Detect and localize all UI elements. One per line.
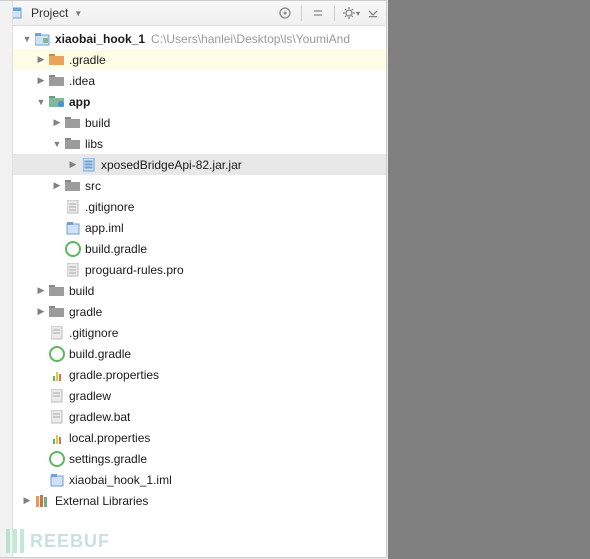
node-label: build.gradle [85, 242, 147, 256]
chevron-down-icon[interactable]: ▼ [74, 9, 82, 18]
tree-node[interactable]: ▶ build [13, 280, 386, 301]
iml-file-icon [49, 472, 65, 488]
tree-node[interactable]: ▶ .gitignore [13, 196, 386, 217]
gradle-file-icon [49, 451, 65, 467]
tree-node[interactable]: ▶ app.iml [13, 217, 386, 238]
folder-icon [49, 304, 65, 320]
tree-node[interactable]: ▶ build.gradle [13, 343, 386, 364]
tree-node-selected[interactable]: ▶ xposedBridgeApi-82.jar.jar [13, 154, 386, 175]
tree-node[interactable]: ▶ xiaobai_hook_1.iml [13, 469, 386, 490]
file-icon [65, 199, 81, 215]
expand-arrow-icon[interactable]: ▼ [35, 96, 47, 108]
root-path: C:\Users\hanlei\Desktop\ls\YoumiAnd [151, 32, 350, 46]
node-label: .gradle [69, 53, 106, 67]
external-libraries-icon [35, 493, 51, 509]
project-tool-window: Project ▼ ▾ ▼ xiaobai_hook_1 C:\Users\ha… [0, 0, 387, 558]
folder-icon [65, 115, 81, 131]
node-label: app.iml [85, 221, 124, 235]
separator [334, 5, 335, 21]
expand-arrow-icon[interactable]: ▶ [51, 117, 63, 129]
node-label: .idea [69, 74, 95, 88]
iml-file-icon [65, 220, 81, 236]
expand-arrow-icon[interactable]: ▼ [51, 138, 63, 150]
folder-icon [49, 283, 65, 299]
jar-file-icon [81, 157, 97, 173]
node-label: gradlew [69, 389, 111, 403]
gradle-file-icon [65, 241, 81, 257]
node-label: .gitignore [85, 200, 134, 214]
node-label: libs [85, 137, 103, 151]
tree-node[interactable]: ▶ local.properties [13, 427, 386, 448]
tree-node[interactable]: ▼ libs [13, 133, 386, 154]
module-folder-icon [49, 94, 65, 110]
expand-arrow-icon[interactable]: ▼ [21, 33, 33, 45]
tree-node[interactable]: ▶ build.gradle [13, 238, 386, 259]
node-label: build [85, 116, 110, 130]
node-label: External Libraries [55, 494, 148, 508]
tree-node-root[interactable]: ▼ xiaobai_hook_1 C:\Users\hanlei\Desktop… [13, 28, 386, 49]
tree-node[interactable]: ▶ src [13, 175, 386, 196]
root-name: xiaobai_hook_1 [55, 32, 145, 46]
separator [301, 5, 302, 21]
node-label: gradlew.bat [69, 410, 130, 424]
folder-icon [65, 136, 81, 152]
settings-button[interactable]: ▾ [342, 4, 360, 22]
file-icon [49, 388, 65, 404]
folder-icon [49, 52, 65, 68]
node-label: settings.gradle [69, 452, 147, 466]
node-label: xposedBridgeApi-82.jar.jar [101, 158, 242, 172]
properties-file-icon [49, 367, 65, 383]
collapse-all-button[interactable] [309, 4, 327, 22]
expand-arrow-icon[interactable]: ▶ [35, 306, 47, 318]
properties-file-icon [49, 430, 65, 446]
chevron-down-icon: ▾ [356, 9, 360, 18]
tree-node[interactable]: ▶ build [13, 112, 386, 133]
node-label: local.properties [69, 431, 150, 445]
expand-arrow-icon[interactable]: ▶ [35, 54, 47, 66]
node-label: gradle [69, 305, 102, 319]
node-label: app [69, 95, 90, 109]
tree-node[interactable]: ▶ proguard-rules.pro [13, 259, 386, 280]
folder-icon [49, 73, 65, 89]
tree-node[interactable]: ▶ .gitignore [13, 322, 386, 343]
node-label: .gitignore [69, 326, 118, 340]
expand-arrow-icon[interactable]: ▶ [51, 180, 63, 192]
tree-node[interactable]: ▼ app [13, 91, 386, 112]
node-label: xiaobai_hook_1.iml [69, 473, 172, 487]
expand-arrow-icon[interactable]: ▶ [21, 495, 33, 507]
tree-node[interactable]: ▶ gradlew [13, 385, 386, 406]
tree-node-external-libraries[interactable]: ▶ External Libraries [13, 490, 386, 511]
expand-arrow-icon[interactable]: ▶ [35, 75, 47, 87]
file-icon [65, 262, 81, 278]
tree-node[interactable]: ▶ settings.gradle [13, 448, 386, 469]
scroll-from-source-button[interactable] [276, 4, 294, 22]
left-gutter[interactable] [0, 1, 13, 557]
node-label: build [69, 284, 94, 298]
node-label: proguard-rules.pro [85, 263, 184, 277]
tree-node[interactable]: ▶ .idea [13, 70, 386, 91]
file-icon [49, 409, 65, 425]
expand-arrow-icon[interactable]: ▶ [67, 159, 79, 171]
file-icon [49, 325, 65, 341]
hide-button[interactable] [364, 4, 382, 22]
tree-node[interactable]: ▶ .gradle [13, 49, 386, 70]
tree-node[interactable]: ▶ gradle [13, 301, 386, 322]
node-label: gradle.properties [69, 368, 159, 382]
expand-arrow-icon[interactable]: ▶ [35, 285, 47, 297]
view-title[interactable]: Project [31, 6, 68, 20]
project-tree[interactable]: ▼ xiaobai_hook_1 C:\Users\hanlei\Desktop… [1, 26, 386, 511]
node-label: build.gradle [69, 347, 131, 361]
node-label: src [85, 179, 101, 193]
gradle-file-icon [49, 346, 65, 362]
tree-node[interactable]: ▶ gradle.properties [13, 364, 386, 385]
tree-node[interactable]: ▶ gradlew.bat [13, 406, 386, 427]
toolbar: Project ▼ ▾ [1, 1, 386, 26]
folder-icon [65, 178, 81, 194]
module-icon [35, 31, 51, 47]
